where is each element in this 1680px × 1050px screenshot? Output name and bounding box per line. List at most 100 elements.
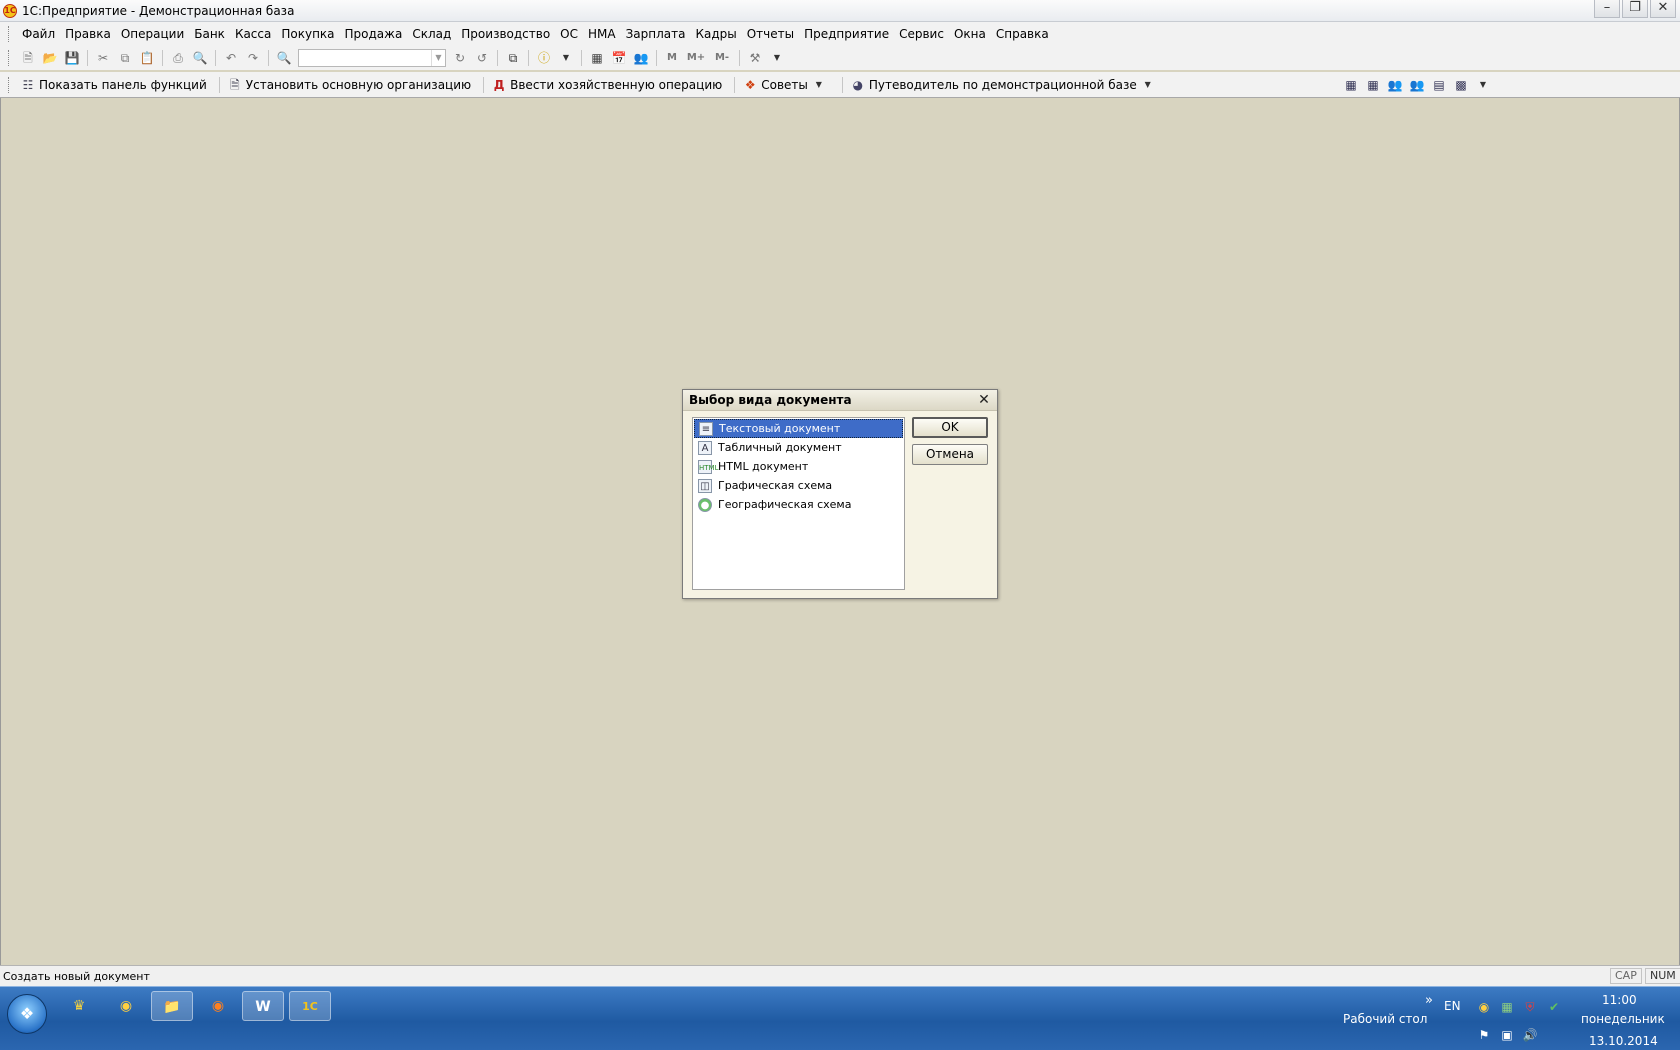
toolbar-separator: [268, 50, 269, 66]
guide-button[interactable]: ◕ Путеводитель по демонстрационной базе …: [847, 77, 1159, 93]
app-tray-icon[interactable]: ▦: [1499, 999, 1515, 1015]
document-type-list[interactable]: ≡ Текстовый документ A Табличный докумен…: [692, 417, 905, 590]
memory-plus-icon[interactable]: M+: [686, 50, 706, 66]
tools-icon[interactable]: ⚒: [747, 50, 763, 66]
calendar-icon[interactable]: 📅: [611, 50, 627, 66]
menu-windows[interactable]: Окна: [949, 27, 991, 41]
set-org-button[interactable]: 🗎 Установить основную организацию: [224, 77, 471, 93]
menu-grip[interactable]: [8, 26, 11, 42]
volume-icon[interactable]: 🔊: [1522, 1027, 1538, 1043]
list-item-spreadsheet[interactable]: A Табличный документ: [694, 438, 903, 457]
redo-icon[interactable]: ↷: [245, 50, 261, 66]
clock-date[interactable]: 13.10.2014: [1589, 1034, 1658, 1048]
find-prev-icon[interactable]: ↺: [474, 50, 490, 66]
menu-production[interactable]: Производство: [456, 27, 555, 41]
menu-file[interactable]: Файл: [17, 27, 60, 41]
flag-icon[interactable]: ⚑: [1476, 1027, 1492, 1043]
menu-sale[interactable]: Продажа: [340, 27, 408, 41]
menu-cash[interactable]: Касса: [230, 27, 276, 41]
search-combo[interactable]: ▼: [298, 49, 446, 67]
enter-operation-button[interactable]: Д Ввести хозяйственную операцию: [488, 77, 722, 93]
clock-day[interactable]: понедельник: [1581, 1012, 1665, 1026]
print-preview-icon[interactable]: 🔍: [192, 50, 208, 66]
window-layout-icon[interactable]: ▦: [1365, 77, 1381, 93]
menu-help[interactable]: Справка: [991, 27, 1054, 41]
show-panel-button[interactable]: ☷ Показать панель функций: [17, 77, 207, 93]
close-icon[interactable]: ✕: [976, 392, 992, 408]
desktop-label[interactable]: Рабочий стол: [1343, 1012, 1427, 1026]
menu-purchase[interactable]: Покупка: [276, 27, 339, 41]
document-type-dialog: Выбор вида документа ✕ ≡ Текстовый докум…: [682, 389, 998, 599]
window-layout-icon[interactable]: ▩: [1453, 77, 1469, 93]
list-item-geo-scheme[interactable]: ● Географическая схема: [694, 495, 903, 514]
toolbar-grip[interactable]: [8, 50, 11, 66]
chevron-down-icon[interactable]: ▼: [769, 50, 785, 66]
cancel-button[interactable]: Отмена: [912, 444, 988, 465]
start-button[interactable]: ❖: [7, 994, 47, 1034]
firefox-icon[interactable]: ◉: [197, 991, 239, 1021]
users-icon[interactable]: 👥: [1409, 77, 1425, 93]
menu-salary[interactable]: Зарплата: [621, 27, 691, 41]
menu-bank[interactable]: Банк: [189, 27, 230, 41]
text-document-icon: ≡: [699, 421, 713, 436]
list-item-html-document[interactable]: HTML HTML документ: [694, 457, 903, 476]
chevron-down-icon[interactable]: ▼: [431, 50, 445, 66]
chevron-down-icon[interactable]: ▼: [1475, 77, 1491, 93]
undo-icon[interactable]: ↶: [223, 50, 239, 66]
minimize-button[interactable]: –: [1594, 0, 1620, 18]
window-layout-icon[interactable]: ▦: [1343, 77, 1359, 93]
toolbar-grip[interactable]: [8, 76, 11, 93]
print-icon[interactable]: ⎙: [170, 50, 186, 66]
menu-reports[interactable]: Отчеты: [742, 27, 799, 41]
calculator-icon[interactable]: ▦: [589, 50, 605, 66]
network-icon[interactable]: ▣: [1499, 1027, 1515, 1043]
users-icon[interactable]: 👥: [1387, 77, 1403, 93]
memory-minus-icon[interactable]: M-: [712, 50, 732, 66]
list-item-graphic-scheme[interactable]: ◫ Графическая схема: [694, 476, 903, 495]
restore-button[interactable]: ❐: [1622, 0, 1648, 18]
menu-hr[interactable]: Кадры: [690, 27, 741, 41]
tips-button[interactable]: ❖ Советы ▼: [739, 77, 830, 93]
1c-app-icon[interactable]: 1C: [289, 991, 331, 1021]
security-tray-icon[interactable]: ✔: [1546, 999, 1562, 1015]
ok-button[interactable]: OK: [912, 417, 988, 438]
open-folder-icon[interactable]: 📂: [42, 50, 58, 66]
copy-icon[interactable]: ⧉: [117, 50, 133, 66]
language-indicator[interactable]: EN: [1444, 999, 1461, 1013]
tray-expand-icon[interactable]: »: [1425, 993, 1433, 1008]
standard-toolbar: 🗎 📂 💾 ✂ ⧉ 📋 ⎙ 🔍 ↶ ↷ 🔍 ▼ ↻ ↺ ⧉ ⓘ ▼ ▦ 📅 👥 …: [0, 46, 1680, 70]
chevron-down-icon[interactable]: ▼: [558, 50, 574, 66]
close-button[interactable]: ✕: [1650, 0, 1676, 18]
menu-service[interactable]: Сервис: [894, 27, 949, 41]
chevron-down-icon: ▼: [1144, 79, 1151, 89]
menu-edit[interactable]: Правка: [60, 27, 116, 41]
explorer-icon[interactable]: 📁: [151, 991, 193, 1021]
window-layout-icon[interactable]: ▤: [1431, 77, 1447, 93]
globe-icon: ●: [698, 497, 712, 512]
new-document-icon[interactable]: 🗎: [20, 50, 36, 66]
windows-icon[interactable]: ⧉: [505, 50, 521, 66]
chrome-icon[interactable]: ◉: [105, 991, 147, 1021]
title-bar: 1C 1С:Предприятие - Демонстрационная баз…: [0, 0, 1680, 22]
paste-icon[interactable]: 📋: [139, 50, 155, 66]
menu-fixed-assets[interactable]: ОС: [555, 27, 583, 41]
info-icon[interactable]: ⓘ: [536, 50, 552, 66]
users-icon[interactable]: 👥: [633, 50, 649, 66]
menu-warehouse[interactable]: Склад: [407, 27, 456, 41]
clock-time[interactable]: 11:00: [1602, 993, 1637, 1007]
chrome-tray-icon[interactable]: ◉: [1476, 999, 1492, 1015]
menu-enterprise[interactable]: Предприятие: [799, 27, 894, 41]
word-icon[interactable]: W: [242, 991, 284, 1021]
find-next-icon[interactable]: ↻: [452, 50, 468, 66]
graphic-scheme-icon: ◫: [698, 478, 712, 493]
list-item-text-document[interactable]: ≡ Текстовый документ: [694, 419, 903, 438]
shield-icon[interactable]: ⛨: [1522, 999, 1538, 1015]
taskbar-app-pin[interactable]: ♛: [58, 991, 100, 1021]
menu-intangibles[interactable]: НМА: [583, 27, 621, 41]
cut-icon[interactable]: ✂: [95, 50, 111, 66]
save-icon[interactable]: 💾: [64, 50, 80, 66]
search-icon[interactable]: 🔍: [276, 50, 292, 66]
memory-m-icon[interactable]: M: [664, 50, 680, 66]
dialog-title-bar[interactable]: Выбор вида документа ✕: [683, 390, 997, 411]
menu-operations[interactable]: Операции: [116, 27, 189, 41]
